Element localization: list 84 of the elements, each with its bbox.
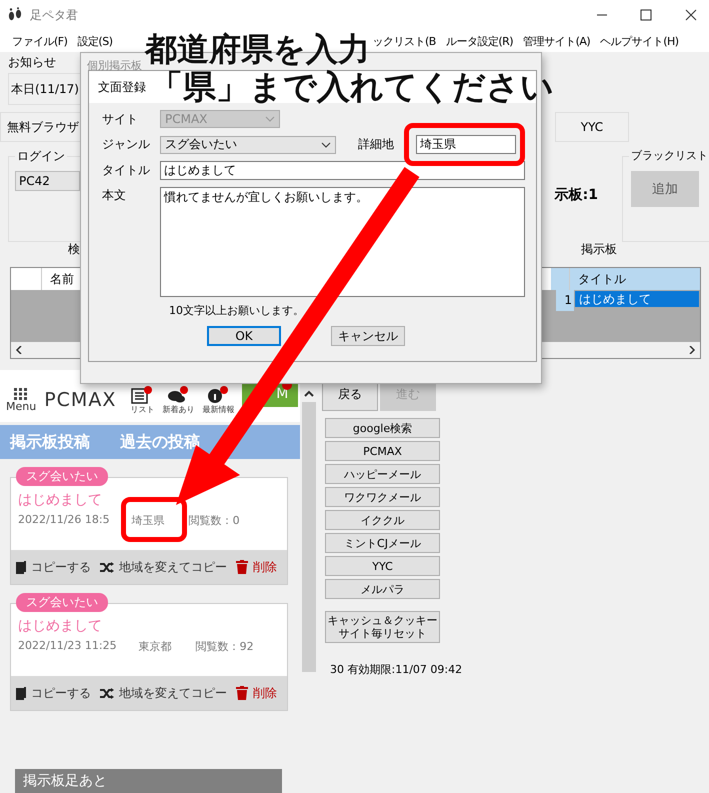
post-area: 東京都 <box>138 639 172 654</box>
header-cell <box>551 268 569 290</box>
shuffle-icon[interactable] <box>100 562 114 572</box>
account-dropdown[interactable]: PC42 <box>15 171 80 191</box>
copy-link[interactable]: コピーする <box>31 558 91 576</box>
group-label: ログイン <box>15 148 67 165</box>
table-cell[interactable]: はじめまして <box>574 290 700 308</box>
site-button[interactable]: メルパラ <box>325 579 440 599</box>
info-icon[interactable] <box>207 386 230 404</box>
view-count: 閲覧数：0 <box>188 513 240 528</box>
caret-icon[interactable] <box>321 142 331 148</box>
menu-icon[interactable] <box>14 388 28 400</box>
board-count: 示板:1 <box>554 186 598 204</box>
field-label: 本文 <box>102 187 127 204</box>
chat-icon[interactable] <box>167 386 190 404</box>
maximize-icon[interactable] <box>640 9 652 21</box>
genre-dropdown[interactable]: スグ会いたい <box>160 136 336 154</box>
footprints-icon <box>7 7 23 23</box>
site-button[interactable]: ミントCJメール <box>325 533 440 553</box>
menu-item[interactable]: ファイル(F) <box>12 34 68 48</box>
change-area-copy-link[interactable]: 地域を変えてコピー <box>119 558 227 576</box>
expiry-text: 30 有効期限:11/07 09:42 <box>330 662 462 677</box>
area-field[interactable]: 埼玉県 <box>416 135 516 154</box>
post-date: 2022/11/23 11:25 <box>18 639 117 654</box>
scroll-right-icon[interactable] <box>688 346 696 354</box>
site-button[interactable]: イククル <box>325 510 440 530</box>
row-number: 1 <box>556 290 574 311</box>
close-icon[interactable] <box>685 9 697 21</box>
body-field[interactable]: 慣れてませんが宜しくお願いします。 <box>160 187 525 297</box>
post-date: 2022/11/26 18:5 <box>18 513 110 528</box>
delete-link[interactable]: 削除 <box>253 684 277 702</box>
view-count: 閲覧数：92 <box>196 639 254 654</box>
notice-label: お知らせ <box>8 54 56 71</box>
field-label: タイトル <box>102 162 151 179</box>
scroll-left-icon[interactable] <box>15 346 23 354</box>
annotation-text: 「県」まで入れてください <box>150 68 554 106</box>
change-area-copy-link[interactable]: 地域を変えてコピー <box>119 684 227 702</box>
copy-link[interactable]: コピーする <box>31 684 91 702</box>
dialog-title: 文面登録 <box>98 78 146 96</box>
icon-label: 最新情報 <box>202 404 234 414</box>
icon-label: リスト <box>130 404 154 414</box>
add-button[interactable]: 追加 <box>631 171 699 207</box>
column-header[interactable]: タイトル <box>569 268 700 290</box>
scroll-up-icon[interactable] <box>304 390 314 398</box>
site-button[interactable]: ハッピーメール <box>325 464 440 484</box>
copy-icon[interactable] <box>16 560 26 574</box>
menu-item[interactable]: ルータ設定(R) <box>446 34 514 48</box>
trash-icon[interactable] <box>236 686 248 700</box>
dialog-button[interactable]: キャンセル <box>331 326 405 346</box>
site-button[interactable]: PCMAX <box>325 441 440 461</box>
field-label: サイト <box>102 110 139 128</box>
genre-tag: スグ会いたい <box>16 593 108 612</box>
notice-text: 本日(11/17) <box>11 80 79 98</box>
menu-item[interactable]: 管理サイト(A) <box>523 34 590 48</box>
post-area: 埼玉県 <box>132 513 165 528</box>
group-label: ブラックリスト <box>629 148 709 163</box>
site-button[interactable]: YYC <box>325 556 440 576</box>
field-label: 詳細地 <box>358 136 395 153</box>
section-label: 掲示板 <box>581 240 617 258</box>
dialog-title: 個別掲示板 <box>87 58 142 73</box>
icon-label: 新着あり <box>162 404 194 414</box>
menu-item[interactable]: 設定(S) <box>77 34 112 48</box>
menu-label: Menu <box>6 400 36 412</box>
column-header[interactable]: 名前 <box>42 268 82 290</box>
copy-icon[interactable] <box>16 686 26 700</box>
dialog-button[interactable]: OK <box>207 326 281 346</box>
genre-tag: スグ会いたい <box>16 467 108 486</box>
site-button[interactable]: ワクワクメール <box>325 487 440 507</box>
list-icon[interactable] <box>131 386 154 404</box>
delete-link[interactable]: 削除 <box>253 558 277 576</box>
menu-item[interactable]: ヘルプサイト(H) <box>600 34 679 48</box>
window-title: 足ペタ君 <box>30 6 78 24</box>
section-label: 検 <box>68 240 80 258</box>
trash-icon[interactable] <box>236 560 248 574</box>
tab[interactable]: YYC <box>555 112 629 142</box>
site-logo[interactable]: PCMAX <box>44 389 116 411</box>
site-button[interactable]: google検索 <box>325 418 440 438</box>
annotation-text: 都道府県を入力 <box>145 30 370 68</box>
menu-item[interactable]: ックリスト(B <box>372 34 436 48</box>
hint-text: 10文字以上お願いします。 <box>169 303 304 318</box>
field-label: ジャンル <box>102 136 151 153</box>
shuffle-icon[interactable] <box>100 688 114 698</box>
section-title: 掲示板足あと <box>23 772 107 790</box>
reset-button[interactable]: キャッシュ＆クッキー サイト毎リセット <box>325 611 440 643</box>
